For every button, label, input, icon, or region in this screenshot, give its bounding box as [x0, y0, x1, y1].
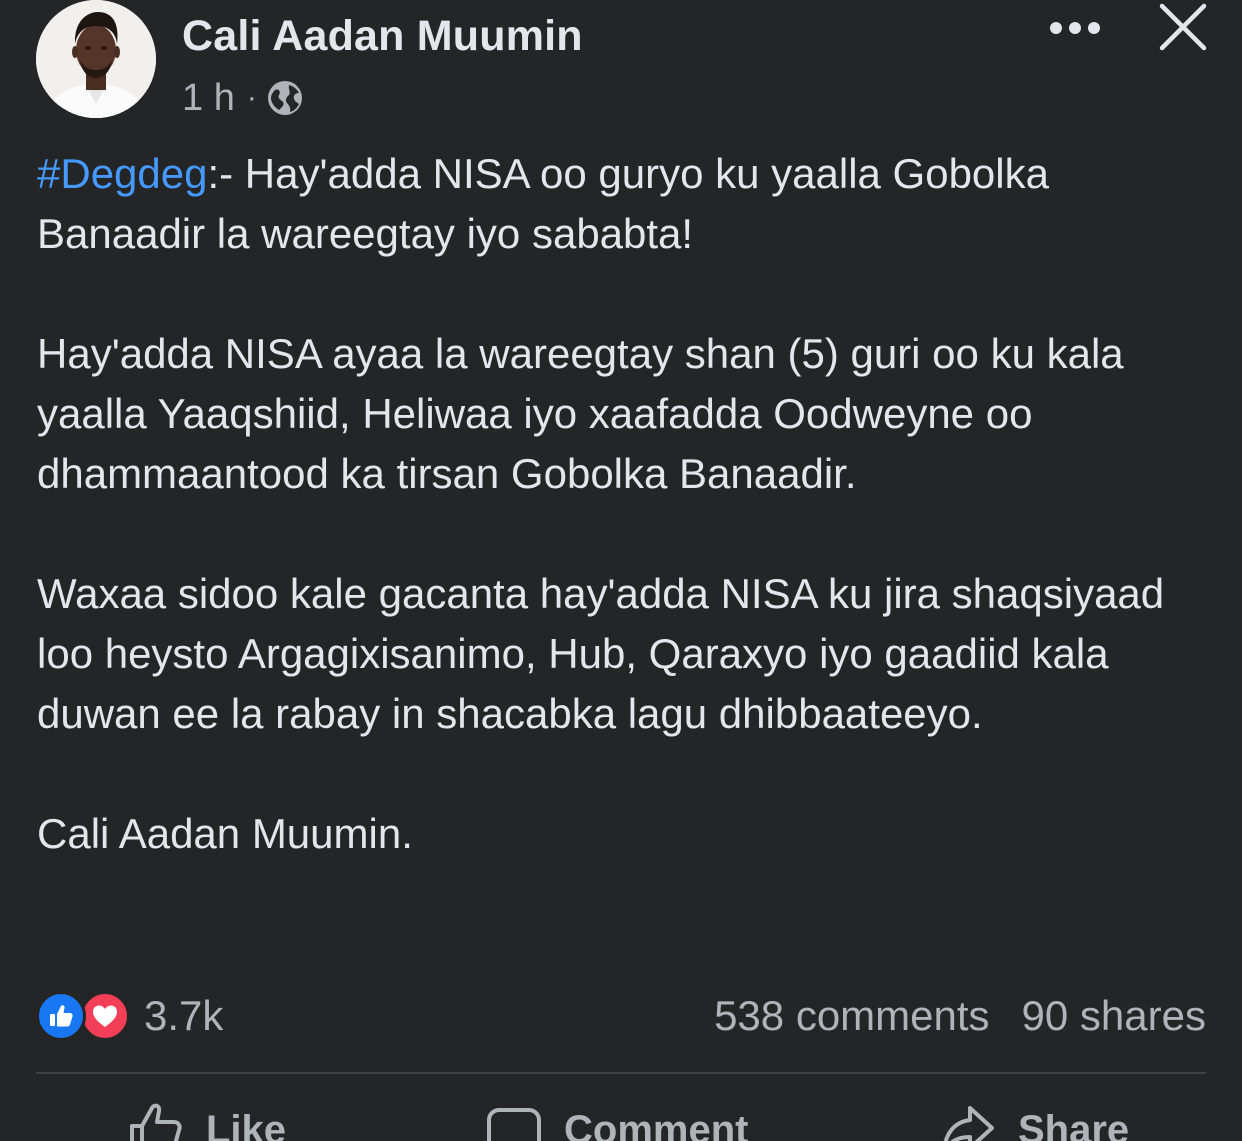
- more-dot-icon: [1069, 22, 1081, 34]
- more-options-button[interactable]: [1040, 8, 1110, 48]
- post-time[interactable]: 1 h: [182, 77, 235, 120]
- reactions-summary[interactable]: 3.7k: [36, 990, 223, 1042]
- post-viewer: Cali Aadan Muumin 1 h · #Degdeg:- Hay'ad…: [0, 0, 1242, 1141]
- like-reaction-icon: [36, 991, 86, 1041]
- comments-count[interactable]: 538 comments: [714, 992, 989, 1040]
- globe-icon: [267, 81, 302, 115]
- more-dot-icon: [1050, 22, 1062, 34]
- post-meta: 1 h ·: [182, 76, 303, 120]
- post-headline: #Degdeg:- Hay'adda NISA oo guryo ku yaal…: [37, 144, 1217, 264]
- post-signature: Cali Aadan Muumin.: [37, 810, 413, 857]
- hashtag-link[interactable]: #Degdeg: [37, 150, 207, 197]
- more-dot-icon: [1088, 22, 1100, 34]
- like-label: Like: [206, 1108, 287, 1141]
- divider: [36, 1072, 1206, 1074]
- meta-separator: ·: [246, 81, 257, 114]
- comment-button[interactable]: Comment: [486, 1100, 748, 1141]
- like-button[interactable]: Like: [128, 1100, 286, 1141]
- love-reaction-icon: [80, 991, 130, 1041]
- engagement-counts: 538 comments 90 shares: [714, 990, 1206, 1042]
- share-icon: [943, 1106, 994, 1141]
- comment-icon: [487, 1108, 541, 1141]
- shares-count[interactable]: 90 shares: [1022, 992, 1206, 1040]
- profile-photo: [36, 0, 156, 118]
- action-bar: Like Comment Share: [0, 1100, 1242, 1141]
- close-icon[interactable]: [1154, 0, 1210, 56]
- post-text: #Degdeg:- Hay'adda NISA oo guryo ku yaal…: [37, 144, 1217, 924]
- share-label: Share: [1018, 1108, 1130, 1141]
- avatar[interactable]: [36, 0, 156, 118]
- comment-label: Comment: [564, 1108, 749, 1141]
- post-stats: 3.7k 538 comments 90 shares: [36, 988, 1206, 1044]
- like-icon: [130, 1103, 182, 1141]
- post-paragraph: Waxaa sidoo kale gacanta hay'adda NISA k…: [37, 570, 1165, 737]
- author-name[interactable]: Cali Aadan Muumin: [182, 12, 583, 61]
- reaction-count[interactable]: 3.7k: [144, 992, 223, 1040]
- post-paragraph: Hay'adda NISA ayaa la wareegtay shan (5)…: [37, 330, 1124, 497]
- share-button[interactable]: Share: [940, 1100, 1129, 1141]
